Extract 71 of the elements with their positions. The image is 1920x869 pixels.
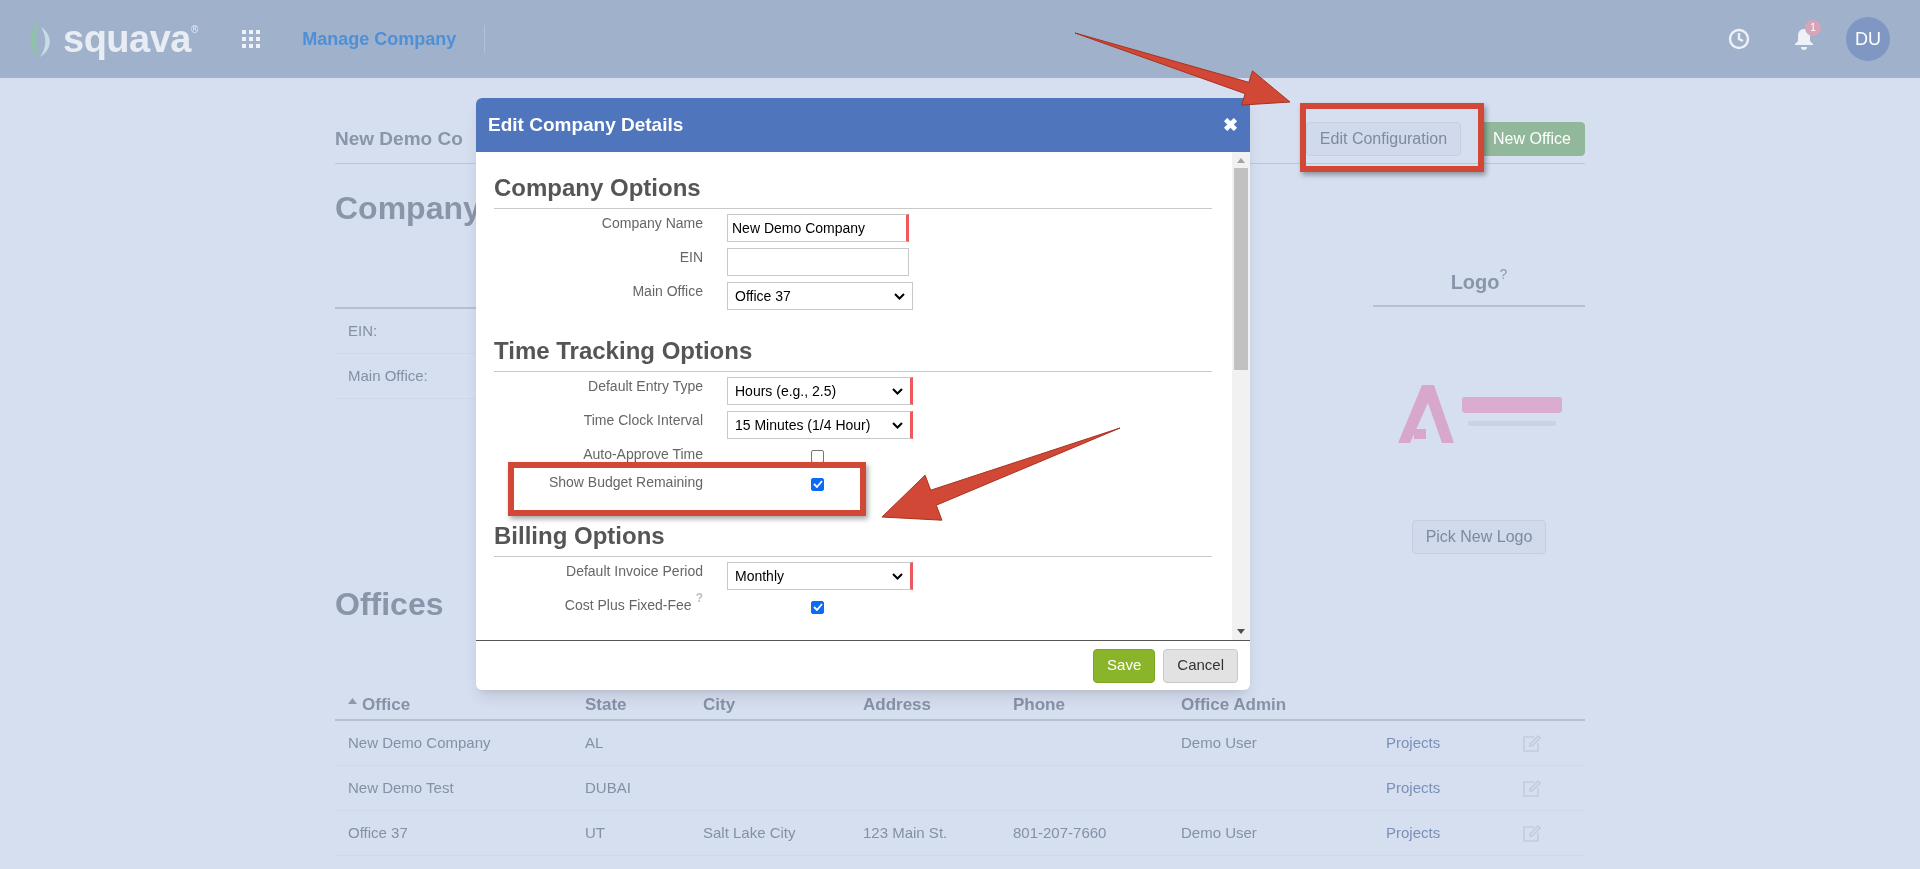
user-avatar[interactable]: DU [1846,17,1890,61]
select-field[interactable]: Office 37 [727,282,913,310]
column-header[interactable]: State [585,692,627,718]
table-cell: UT [585,824,605,841]
column-header[interactable]: City [703,692,736,718]
table-cell: Office 37 [348,824,408,841]
field-label: Show Budget Remaining [548,473,703,491]
field-label: Auto-Approve Time [583,445,703,463]
sort-ascending-icon[interactable] [348,698,357,704]
field-label: Default Entry Type [588,377,703,395]
chevron-down-icon [894,292,905,300]
table-cell: New Demo Company [348,734,491,751]
close-button[interactable]: ✖ [1223,111,1238,139]
section-heading: Time Tracking Options [494,337,753,364]
section-heading: Company [335,189,481,228]
cancel-button[interactable]: Cancel [1163,648,1238,683]
page-heading: New Demo Co [335,127,463,151]
section-heading: Billing Options [494,522,665,549]
scroll-down-arrow-icon[interactable] [1237,629,1245,634]
checkbox[interactable] [811,600,824,614]
select-field[interactable]: Monthly [727,562,913,590]
field-label: Cost Plus Fixed-Fee [564,596,692,614]
chevron-down-icon [892,387,903,395]
text-field[interactable]: New Demo Company [727,214,909,242]
page-title: Manage Company [302,25,486,53]
projects-link[interactable]: Projects [1386,734,1441,751]
field-label: EIN [679,248,703,266]
column-header[interactable]: Phone [1013,692,1065,718]
table-cell: DUBAI [585,779,631,796]
chevron-down-icon [892,572,903,580]
dialog-title: Edit Company Details [488,112,684,137]
edit-configuration-button[interactable]: Edit Configuration [1305,122,1462,156]
brand-logo-text: squava [63,20,191,58]
help-mark: ? [1499,267,1508,281]
select-field[interactable]: 15 Minutes (1/4 Hour) [727,411,913,439]
table-cell: Demo User [1181,734,1257,751]
select-field[interactable]: Hours (e.g., 2.5) [727,377,913,405]
scrollbar[interactable] [1232,152,1250,640]
trademark-mark: ® [190,23,199,35]
table-cell: New Demo Test [348,779,454,796]
field-label: Main Office: [348,365,428,386]
checkbox[interactable] [811,449,824,463]
text-field[interactable] [727,248,909,276]
field-label: Time Clock Interval [583,411,703,429]
field-label: Company Name [601,214,703,232]
scrollbar-thumb[interactable] [1234,168,1248,370]
table-cell: AL [585,734,604,751]
table-cell: 123 Main St. [863,824,948,841]
column-header[interactable]: Office Admin [1181,692,1287,718]
column-header[interactable]: Address [863,692,932,718]
column-header[interactable]: Office [348,692,411,718]
scroll-up-arrow-icon[interactable] [1237,158,1245,163]
table-cell: 801-207-7660 [1013,824,1107,841]
help-mark: ? [695,592,703,604]
clock-icon[interactable] [1728,28,1750,50]
table-cell: Salt Lake City [703,824,796,841]
field-label: EIN: [348,320,378,341]
save-button[interactable]: Save [1093,648,1156,683]
chevron-down-icon [892,421,903,429]
table-cell: Demo User [1181,824,1257,841]
field-label: Default Invoice Period [566,562,703,580]
apps-grid-icon[interactable] [242,30,261,48]
pick-new-logo-button[interactable]: Pick New Logo [1411,520,1547,554]
section-heading: Company Options [494,174,701,201]
notification-badge: 1 [1805,20,1821,36]
field-label: Main Office [632,282,703,300]
projects-link[interactable]: Projects [1386,824,1441,841]
checkbox[interactable] [811,477,824,491]
logo-heading: Logo [1450,270,1500,295]
section-heading: Offices [335,585,444,624]
projects-link[interactable]: Projects [1386,779,1441,796]
